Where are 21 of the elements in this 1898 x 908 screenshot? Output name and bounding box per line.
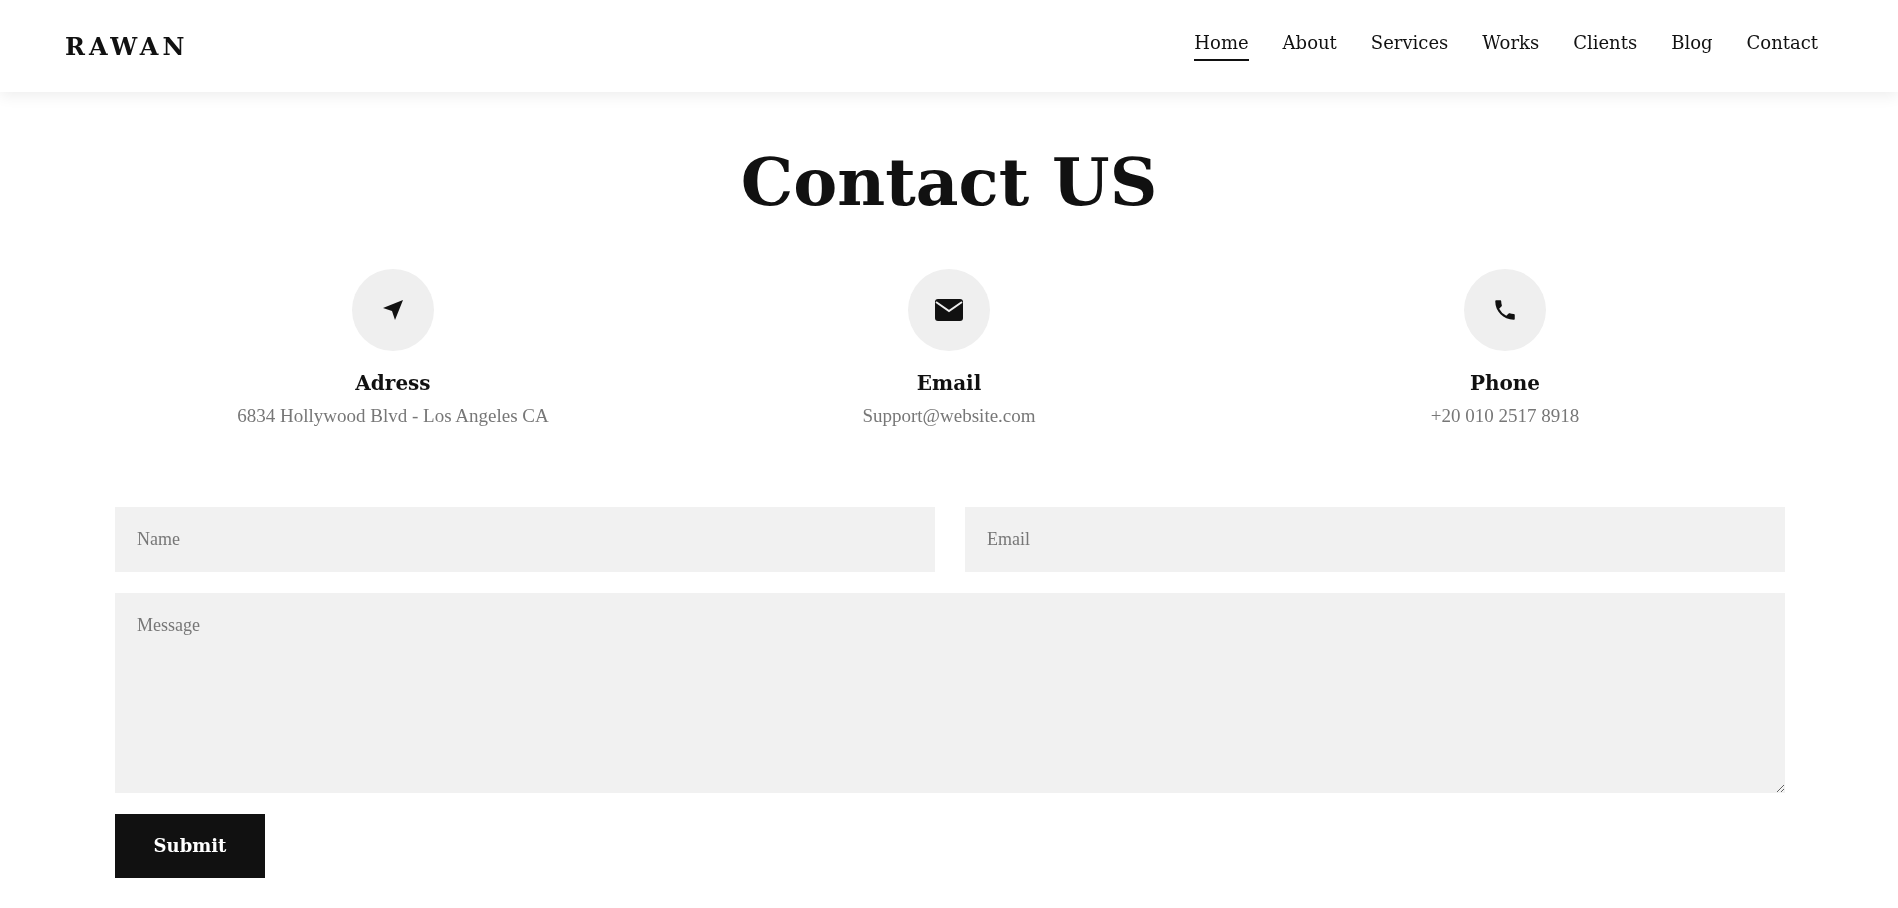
nav-link[interactable]: Works bbox=[1482, 31, 1540, 61]
info-value: +20 010 2517 8918 bbox=[1430, 404, 1580, 427]
info-label: Phone bbox=[1469, 370, 1541, 395]
nav-link[interactable]: About bbox=[1282, 31, 1337, 61]
info-label: Adress bbox=[355, 370, 431, 395]
navigation-arrow-icon bbox=[381, 297, 405, 322]
logo[interactable]: RAWAN bbox=[65, 31, 189, 61]
info-label: Email bbox=[916, 370, 982, 395]
nav-link[interactable]: Services bbox=[1370, 31, 1449, 61]
info-value: 6834 Hollywood Blvd - Los Angeles CA bbox=[237, 404, 549, 427]
nav-link[interactable]: Blog bbox=[1671, 31, 1713, 61]
info-value: Support@website.com bbox=[862, 404, 1036, 427]
envelope-icon bbox=[935, 298, 963, 321]
email-field[interactable]: Email bbox=[965, 506, 1785, 572]
page-title: Contact US bbox=[739, 146, 1159, 219]
nav-link[interactable]: Contact bbox=[1746, 31, 1818, 61]
name-field[interactable]: Name bbox=[115, 506, 935, 572]
nav-link[interactable]: Clients bbox=[1573, 31, 1638, 61]
message-field[interactable]: Message bbox=[115, 592, 1785, 793]
nav-link[interactable]: Home bbox=[1194, 31, 1249, 61]
submit-button[interactable]: Submit bbox=[115, 813, 265, 878]
